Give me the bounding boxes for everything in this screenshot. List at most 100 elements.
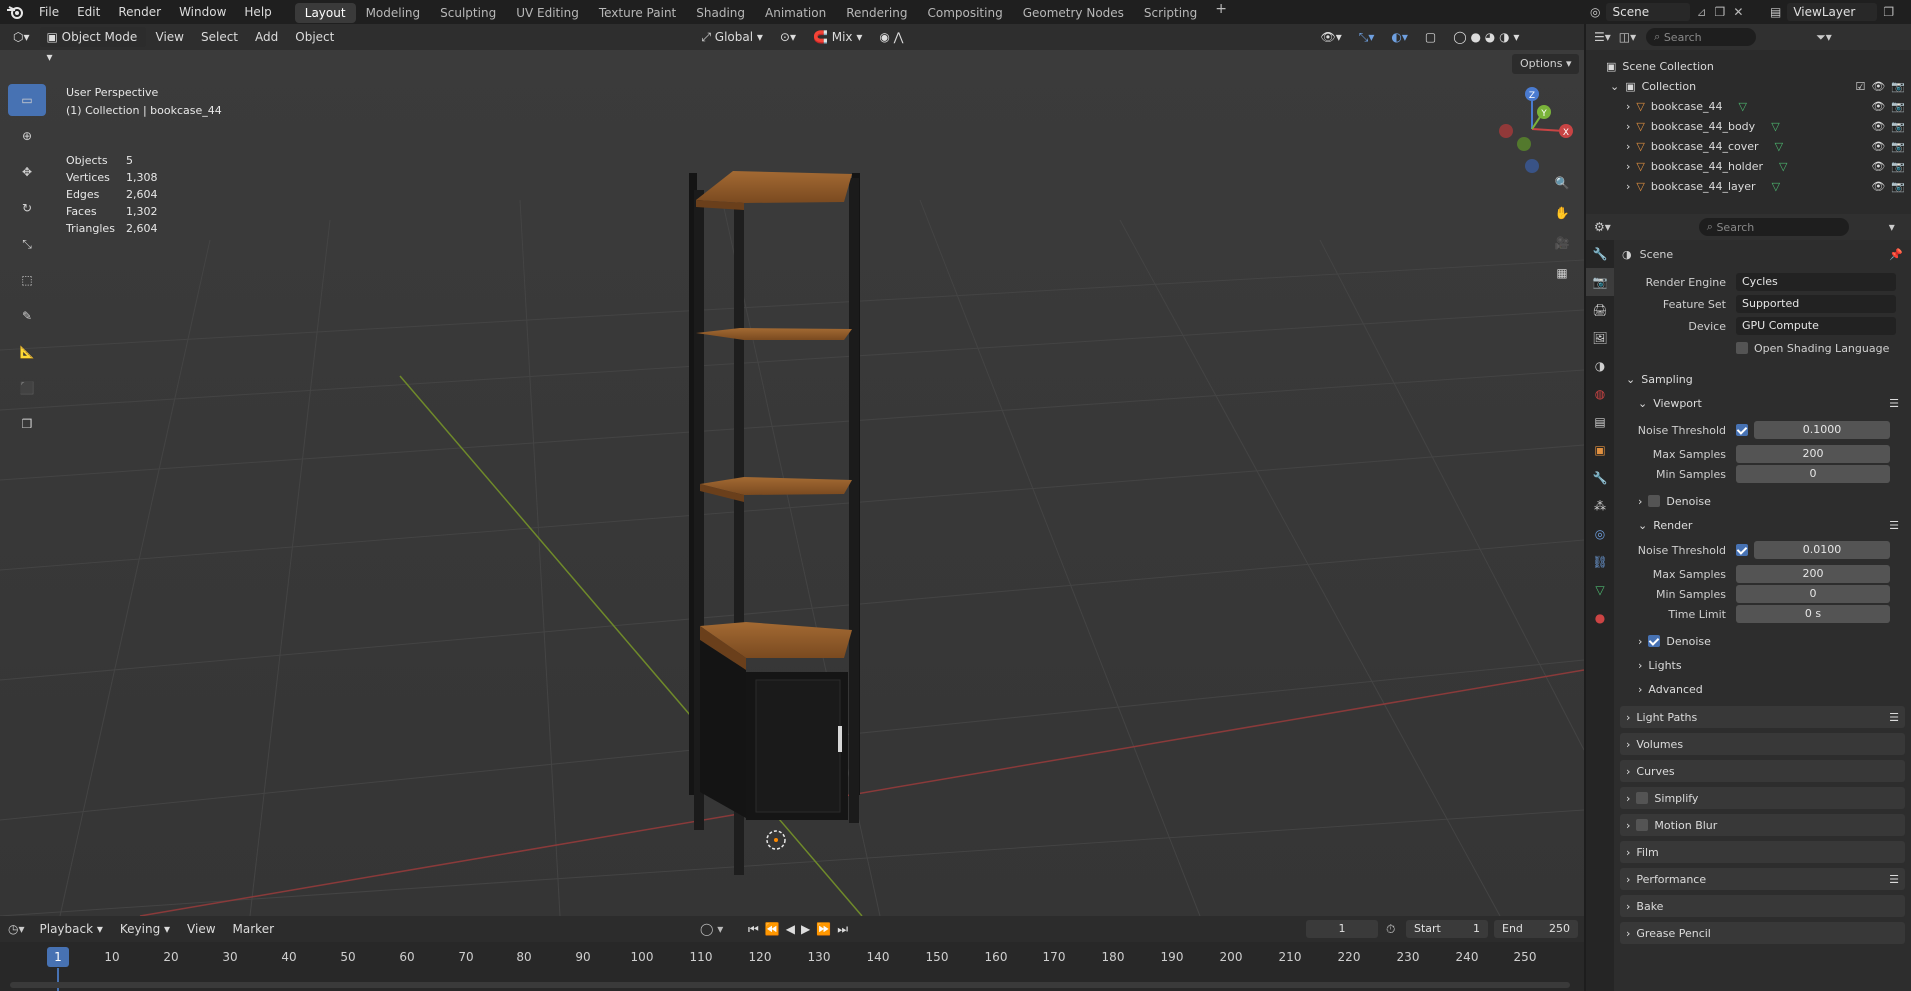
menu-render[interactable]: Render (109, 0, 170, 24)
eye-icon[interactable]: 👁 (1871, 100, 1885, 113)
expand-icon[interactable]: › (1626, 180, 1630, 193)
outliner-search-input[interactable]: ⌕ Search (1646, 28, 1757, 46)
object-tab-icon[interactable]: ▣ (1586, 436, 1614, 464)
tab-sculpting[interactable]: Sculpting (430, 3, 506, 23)
delete-scene-icon[interactable]: ✕ (1733, 5, 1743, 19)
grease-pencil-panel[interactable]: › Grease Pencil (1620, 922, 1905, 944)
tab-animation[interactable]: Animation (755, 3, 836, 23)
move-icon[interactable]: ✥ (8, 156, 46, 188)
menu-file[interactable]: File (30, 0, 68, 24)
add-primitive-icon[interactable]: ❒ (8, 408, 46, 440)
denoise-checkbox[interactable] (1648, 635, 1661, 647)
scene-name[interactable]: Scene (1606, 3, 1691, 21)
sampling-panel-header[interactable]: ⌄ Sampling (1620, 368, 1905, 390)
display-mode-icon[interactable]: ◫▾ (1619, 30, 1636, 44)
motion-blur-checkbox[interactable] (1636, 819, 1649, 831)
performance-panel[interactable]: › Performance ☰ (1620, 868, 1905, 890)
tab-rendering[interactable]: Rendering (836, 3, 917, 23)
eye-icon[interactable]: 👁 (1871, 180, 1885, 193)
min-samples-field[interactable]: 0 (1736, 465, 1890, 483)
camera-view-icon[interactable]: 🎥 (1548, 229, 1576, 257)
gizmo-toggle-icon[interactable]: ⤡▾ (1352, 27, 1382, 47)
menu-window[interactable]: Window (170, 0, 235, 24)
menu-add[interactable]: Add (248, 27, 285, 47)
properties-editor-icon[interactable]: ⚙▾ (1594, 220, 1611, 234)
play-reverse-icon[interactable]: ◀ (786, 922, 801, 936)
view-layer-name[interactable]: ViewLayer (1787, 3, 1878, 21)
add-cube-icon[interactable]: ⬛ (8, 372, 46, 404)
outliner-collection[interactable]: ⌄ ▣ Collection ☑ 👁 📷 (1586, 76, 1911, 96)
ortho-grid-icon[interactable]: ▦ (1548, 259, 1576, 287)
advanced-subpanel-header[interactable]: › Advanced (1632, 678, 1905, 700)
start-frame-field[interactable]: Start 1 (1406, 920, 1488, 938)
max-samples-field[interactable]: 200 (1736, 445, 1890, 463)
camera-icon[interactable]: 📷 (1891, 160, 1905, 173)
tab-layout[interactable]: Layout (294, 3, 356, 23)
view-layer-selector[interactable]: ▤ ViewLayer ❐ (1766, 0, 1911, 24)
material-tab-icon[interactable]: ● (1586, 604, 1614, 632)
camera-icon[interactable]: 📷 (1891, 80, 1905, 93)
camera-icon[interactable]: 📷 (1891, 100, 1905, 113)
time-limit-field[interactable]: 0 s (1736, 605, 1890, 623)
outliner-item-bookcase-44-holder[interactable]: › ▽ bookcase_44_holder ▽ 👁 📷 (1586, 156, 1911, 176)
blender-logo-icon[interactable] (0, 0, 30, 24)
volumes-panel[interactable]: › Volumes (1620, 733, 1905, 755)
snap-dropdown[interactable]: 🧲 Mix ▾ (806, 27, 869, 47)
transform-icon[interactable]: ⬚ (8, 264, 46, 296)
camera-icon[interactable]: 📷 (1891, 120, 1905, 133)
stopwatch-icon[interactable]: ⏱ (1386, 922, 1395, 937)
denoise-checkbox[interactable] (1648, 495, 1661, 507)
physics-tab-icon[interactable]: ◎ (1586, 520, 1614, 548)
visibility-icon[interactable]: 👁▾ (1314, 27, 1349, 47)
outliner-item-bookcase-44[interactable]: › ▽ bookcase_44 ▽ 👁 📷 (1586, 96, 1911, 116)
play-icon[interactable]: ▶ (801, 922, 816, 936)
noise-threshold-field[interactable]: 0.1000 (1754, 421, 1890, 439)
outliner-item-bookcase-44-layer[interactable]: › ▽ bookcase_44_layer ▽ 👁 📷 (1586, 176, 1911, 196)
menu-edit[interactable]: Edit (68, 0, 109, 24)
tab-geometry-nodes[interactable]: Geometry Nodes (1013, 3, 1134, 23)
menu-object[interactable]: Object (288, 27, 341, 47)
presets-icon[interactable]: ☰ (1889, 519, 1899, 532)
tab-scripting[interactable]: Scripting (1134, 3, 1207, 23)
eye-icon[interactable]: 👁 (1871, 140, 1885, 153)
expand-icon[interactable]: › (1626, 140, 1630, 153)
jump-end-icon[interactable]: ⏭ (837, 922, 854, 936)
feature-set-dropdown[interactable]: Supported (1736, 295, 1896, 313)
lights-subpanel-header[interactable]: › Lights (1632, 654, 1905, 676)
tab-uv-editing[interactable]: UV Editing (506, 3, 589, 23)
collapse-icon[interactable]: ⌄ (1610, 80, 1619, 93)
noise-threshold-checkbox[interactable] (1736, 544, 1748, 556)
presets-icon[interactable]: ☰ (1889, 397, 1899, 410)
render-engine-dropdown[interactable]: Cycles (1736, 273, 1896, 291)
expand-icon[interactable]: › (1626, 100, 1630, 113)
annotate-icon[interactable]: ✎ (8, 300, 46, 332)
render-tab-icon[interactable]: 📷 (1586, 268, 1614, 296)
menu-help[interactable]: Help (235, 0, 280, 24)
filter-icon[interactable]: ⏷▾ (1816, 30, 1832, 45)
cursor-icon[interactable]: ⊕ (8, 120, 46, 152)
new-scene-icon[interactable]: ❐ (1715, 5, 1726, 19)
viewport-subpanel-header[interactable]: ⌄ Viewport ☰ (1632, 392, 1905, 414)
mode-dropdown[interactable]: ▣ Object Mode ▾ (39, 27, 146, 64)
dropdown-icon[interactable]: ▾ (1889, 220, 1895, 234)
checkbox-icon[interactable]: ☑ (1855, 80, 1865, 93)
min-samples-field[interactable]: 0 (1736, 585, 1890, 603)
scene-selector[interactable]: ◎ Scene ⊿ ❐ ✕ (1586, 0, 1766, 24)
scene-tab-icon[interactable]: ◑ (1586, 352, 1614, 380)
next-keyframe-icon[interactable]: ⏩ (816, 922, 837, 936)
editor-type-icon[interactable]: ⬡▾ (6, 27, 37, 47)
proportional-edit-icon[interactable]: ◉ ⋀ (872, 27, 910, 47)
clock-editor-icon[interactable]: ◷▾ (8, 922, 25, 936)
timeline-scrollbar[interactable] (10, 982, 1570, 988)
menu-playback[interactable]: Playback ▾ (33, 919, 110, 939)
expand-icon[interactable]: › (1626, 160, 1630, 173)
presets-icon[interactable]: ☰ (1889, 711, 1899, 724)
render-denoise-header[interactable]: › Denoise (1632, 630, 1905, 652)
timeline-ruler[interactable]: 1 10 20 30 40 50 60 70 80 90 100 110 120… (0, 942, 1584, 972)
eye-icon[interactable]: 👁 (1871, 160, 1885, 173)
viewport-denoise-header[interactable]: › Denoise (1632, 490, 1905, 512)
3d-viewport[interactable]: ⬡▾ ▣ Object Mode ▾ View Select Add Objec… (0, 24, 1584, 916)
record-icon[interactable]: ◯ ▾ (700, 922, 723, 936)
collection-tab-icon[interactable]: ▤ (1586, 408, 1614, 436)
select-box-icon[interactable]: ▭ (8, 84, 46, 116)
